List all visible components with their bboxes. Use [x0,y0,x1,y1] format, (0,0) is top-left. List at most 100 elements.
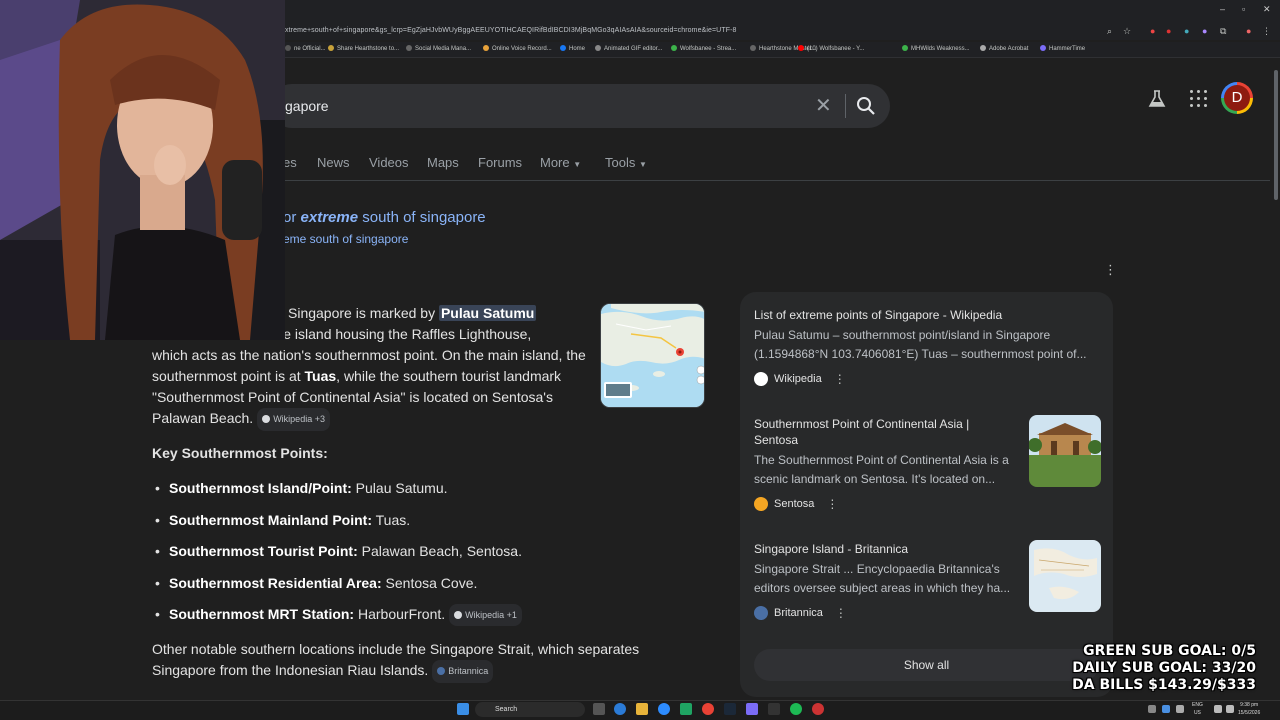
paragraph-line: Other notable southern locations include… [152,641,640,657]
item-value: Palawan Beach, Sentosa. [357,543,522,559]
paragraph-text: Singapore from the Indonesian Riau Islan… [152,662,429,678]
bookmark-item[interactable]: MHWilds Weakness... [902,45,970,52]
overview-line: shore island housing the Raffles Lightho… [256,326,532,342]
bookmark-item[interactable]: HammerTime [1040,45,1085,52]
source-card[interactable]: List of extreme points of Singapore - Wi… [754,307,1099,386]
tab-images[interactable]: es [283,155,297,170]
source-title[interactable]: Southernmost Point of Continental Asia |… [754,416,1019,448]
search-box[interactable] [270,84,890,128]
tab-forums[interactable]: Forums [478,155,522,170]
tab-videos[interactable]: Videos [369,155,409,170]
extension-icon[interactable]: ● [1150,26,1155,36]
search-icon[interactable] [856,96,876,121]
app-icon[interactable] [812,703,824,715]
more-options-icon[interactable]: ⋮ [834,372,846,386]
close-window-button[interactable]: ✕ [1263,4,1271,15]
snippet-line: (1.1594868°N 103.7406081°E) Tuas – south… [754,347,1087,361]
overview-line: southernmost point is at Tuas, while the… [152,366,592,387]
volume-icon[interactable] [1226,705,1234,713]
source-snippet: Singapore Strait ... Encyclopaedia Brita… [754,560,1022,598]
bookmark-item[interactable]: Home [560,45,585,52]
bookmark-label: Wolfsbanee - Strea... [680,46,737,52]
zoom-app-icon[interactable] [658,703,670,715]
more-options-icon[interactable]: ⋮ [835,606,847,620]
search-input[interactable]: gapore [285,98,329,114]
language-indicator[interactable]: ENG US [1192,701,1203,717]
wifi-icon[interactable] [1214,705,1222,713]
google-apps-icon[interactable] [1190,90,1207,107]
bookmark-item[interactable]: Online Voice Record... [483,45,552,52]
address-bar[interactable]: xtreme+south+of+singapore&gs_lcrp=EgZjaH… [285,27,737,34]
source-title[interactable]: List of extreme points of Singapore - Wi… [754,307,1099,323]
extension-icon[interactable]: ● [1202,26,1207,36]
menu-icon[interactable]: ⋮ [1262,26,1271,37]
labs-flask-icon[interactable] [1148,90,1166,113]
chip-label: Britannica [448,666,489,676]
tab-news[interactable]: News [317,155,350,170]
spotify-icon[interactable] [790,703,802,715]
minimize-button[interactable]: – [1220,4,1225,14]
maximize-button[interactable]: ▫ [1242,4,1245,14]
tray-icon[interactable] [1148,705,1156,713]
bookmark-star-icon[interactable]: ☆ [1123,26,1131,37]
avatar[interactable]: D [1221,82,1253,114]
tab-more[interactable]: More ▼ [540,155,581,170]
overview-line: Singapore is marked by Pulau Satumu [288,303,608,324]
bookmark-item[interactable]: Adobe Acrobat [980,45,1028,52]
bookmark-item[interactable]: ne Official... [285,45,326,52]
bookmark-label: Online Voice Record... [492,46,552,52]
citation-chip[interactable]: Wikipedia +3 [257,408,330,431]
system-clock[interactable]: 9:38 pm 15/5/2026 [1238,701,1260,717]
bookmark-favicon-icon [902,45,908,51]
showing-rest: south of singapore [358,209,486,226]
app-icon[interactable] [680,703,692,715]
more-options-icon[interactable]: ⋮ [1104,262,1117,278]
clear-icon[interactable]: ✕ [815,93,832,118]
taskbar-search[interactable]: Search [475,702,585,717]
more-options-icon[interactable]: ⋮ [826,497,838,511]
steam-icon[interactable] [724,703,736,715]
tab-tools[interactable]: Tools ▼ [605,155,647,170]
zoom-icon[interactable]: ⌕ [1107,26,1112,37]
file-explorer-icon[interactable] [636,703,648,715]
bookmark-item[interactable]: Share Hearthstone to... [328,45,399,52]
map-thumbnail[interactable] [600,303,705,408]
tab-maps[interactable]: Maps [427,155,459,170]
scrollbar-thumb[interactable] [1274,70,1278,200]
item-label: Southernmost Residential Area: [169,574,382,591]
obs-icon[interactable] [768,703,780,715]
britannica-map-thumbnail[interactable] [1029,540,1101,612]
bookmark-item[interactable]: Social Media Mana... [406,45,471,52]
extensions-puzzle-icon[interactable]: ⧉ [1220,26,1226,37]
source-card[interactable]: Singapore Island - Britannica Singapore … [754,541,1022,620]
showing-results-for[interactable]: or extreme south of singapore [283,209,486,226]
citation-chip[interactable]: Britannica [432,660,494,683]
show-all-button[interactable]: Show all [754,649,1099,681]
tray-icon[interactable] [1176,705,1184,713]
discord-icon[interactable] [746,703,758,715]
search-instead-link[interactable]: eme south of singapore [283,232,408,246]
edge-icon[interactable] [614,703,626,715]
profile-icon[interactable]: ● [1246,26,1251,36]
other-locations-paragraph: Other notable southern locations include… [152,639,672,683]
tray-icon[interactable] [1162,705,1170,713]
extension-icon[interactable]: ● [1166,26,1171,36]
source-title[interactable]: Singapore Island - Britannica [754,541,1022,557]
source-card[interactable]: Southernmost Point of Continental Asia |… [754,416,1019,511]
sentosa-thumbnail[interactable] [1029,415,1101,487]
windows-start-icon[interactable] [457,703,469,715]
bookmark-item[interactable]: Animated GIF editor... [595,45,662,52]
source-site: Britannica ⋮ [754,606,1022,620]
bookmark-item[interactable]: Wolfsbanee - Strea... [671,45,736,52]
clock-time: 9:38 pm [1240,702,1259,708]
bookmark-item[interactable]: (10) Wolfsbanee - Y... [798,45,864,52]
bookmark-label: ne Official... [294,46,326,52]
bills-goal: DA BILLS $143.29/$333 [1072,677,1256,693]
bookmark-label: Adobe Acrobat [989,46,1029,52]
chrome-icon[interactable] [702,703,714,715]
task-view-icon[interactable] [593,703,605,715]
title-line: Southernmost Point of Continental Asia | [754,417,970,431]
extension-icon[interactable]: ● [1184,26,1189,36]
citation-chip[interactable]: Wikipedia +1 [449,604,522,626]
item-label: Southernmost Tourist Point: [169,543,358,559]
